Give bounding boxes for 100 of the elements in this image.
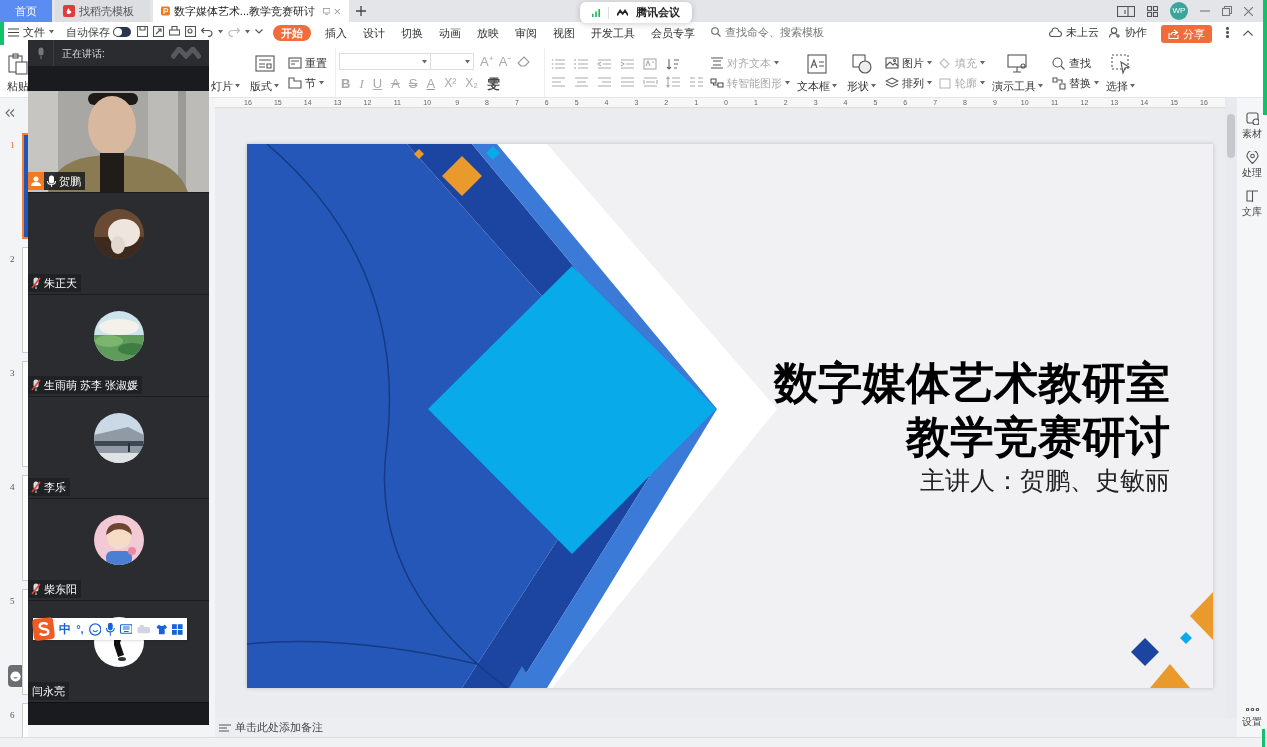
layout-icon <box>253 52 276 75</box>
columns-icon[interactable] <box>689 75 705 88</box>
text-box-icon <box>806 52 829 75</box>
speaking-label: 正在讲话: <box>62 46 105 61</box>
ribbon-tab[interactable]: 会员专享 <box>649 26 697 40</box>
replace-icon <box>1052 76 1067 90</box>
sort-icon[interactable] <box>666 57 682 70</box>
ribbon-tab[interactable]: 放映 <box>475 26 501 40</box>
slide-thumbnail[interactable] <box>22 361 28 467</box>
ribbon-tab[interactable]: 动画 <box>437 26 463 40</box>
slide-number: 3 <box>9 367 16 380</box>
slide[interactable]: 数字媒体艺术教研室 教学竞赛研讨 主讲人：贺鹏、史敏丽 <box>247 144 1213 688</box>
presenter-icon <box>1006 52 1029 75</box>
export-icon[interactable] <box>153 26 164 37</box>
share-border <box>0 22 4 45</box>
new-slide-button[interactable]: 灯片 <box>208 48 243 97</box>
restore-icon[interactable] <box>1222 6 1232 16</box>
select-button[interactable]: 选择 <box>1103 48 1139 97</box>
outline-icon <box>938 76 953 90</box>
bulleted-list-icon[interactable] <box>551 57 567 70</box>
document-tab[interactable]: 找稻壳模板 <box>55 0 150 22</box>
side-tool-button[interactable]: 文库 <box>1242 190 1262 219</box>
layout-button[interactable]: 版式 <box>247 48 282 97</box>
print-icon[interactable] <box>169 26 180 37</box>
slide-thumbnail[interactable] <box>22 475 28 581</box>
meeting-popup[interactable]: 腾讯会议 <box>580 2 692 23</box>
apps-grid-icon[interactable] <box>172 623 183 635</box>
caret-icon <box>774 61 780 65</box>
smiley-icon[interactable] <box>88 622 102 636</box>
text-direction-icon[interactable] <box>643 57 659 70</box>
input-mode-button[interactable]: 中 <box>59 620 72 638</box>
increase-indent-icon[interactable] <box>620 57 636 70</box>
arrange-button[interactable]: 排列 <box>885 73 933 93</box>
side-tool-button[interactable]: 素材 <box>1242 112 1262 141</box>
punctuation-button[interactable]: °, <box>76 623 84 635</box>
ribbon-tab[interactable]: 插入 <box>323 26 349 40</box>
decrease-indent-icon[interactable] <box>597 57 613 70</box>
caret-icon <box>832 83 838 88</box>
side-tool-button[interactable]: 处理 <box>1242 151 1262 180</box>
paste-button[interactable]: 粘贴 <box>4 48 32 97</box>
section-button[interactable]: 节 <box>288 73 327 93</box>
find-button[interactable]: 查找 <box>1052 53 1100 73</box>
save-icon[interactable] <box>137 26 148 37</box>
scrollbar[interactable] <box>1225 98 1237 718</box>
collaborate-button[interactable]: 协作 <box>1109 25 1147 39</box>
caret-icon <box>319 81 324 85</box>
collapse-pane-icon[interactable] <box>5 109 15 117</box>
slide-title: 数字媒体艺术教研室 <box>774 356 1170 410</box>
collapse-icon[interactable] <box>1243 29 1253 36</box>
text-box-button[interactable]: 文本框 <box>794 48 841 97</box>
preview-icon[interactable] <box>185 26 196 37</box>
shapes-icon <box>850 52 873 75</box>
reset-button[interactable]: 重置 <box>288 53 327 73</box>
autosave-toggle[interactable] <box>113 27 131 37</box>
ribbon-tab[interactable]: 开发工具 <box>589 26 637 40</box>
cloud-status-button[interactable]: 未上云 <box>1049 25 1099 39</box>
ribbon-tab[interactable]: 设计 <box>361 26 387 40</box>
settings-button[interactable]: 设置 <box>1242 708 1262 729</box>
shirt-icon[interactable] <box>155 623 168 635</box>
notes-icon <box>219 722 231 733</box>
distribute-icon[interactable] <box>643 75 659 88</box>
caret-icon <box>1038 83 1044 88</box>
ribbon-tab[interactable]: 切换 <box>399 26 425 40</box>
emoji-button[interactable] <box>8 665 22 687</box>
shapes-button[interactable]: 形状 <box>844 48 880 97</box>
file-menu[interactable]: 文件 <box>8 25 54 39</box>
person-icon <box>31 176 41 186</box>
layout-icon[interactable] <box>1117 5 1135 17</box>
caret-icon <box>245 29 250 34</box>
section-icon <box>288 76 302 90</box>
line-spacing-icon[interactable] <box>666 75 682 88</box>
clipboard-icon <box>7 52 29 75</box>
ribbon-tab[interactable]: 审阅 <box>513 26 539 40</box>
document-tab[interactable]: 数字媒体艺术...教学竞赛研讨 <box>153 0 349 22</box>
replace-button[interactable]: 替换 <box>1052 73 1100 93</box>
close-icon[interactable] <box>1244 6 1253 16</box>
keyboard-icon[interactable] <box>119 624 133 634</box>
participant-name: 柴东阳 <box>44 581 77 597</box>
redo-icon[interactable] <box>228 26 240 37</box>
microphone-icon[interactable] <box>106 622 115 636</box>
grid-icon[interactable] <box>1147 5 1158 17</box>
align-left-icon[interactable] <box>551 75 567 88</box>
pin-icon <box>1245 151 1259 164</box>
search-field[interactable]: 查找命令、搜索模板 <box>711 25 835 39</box>
customize-icon[interactable] <box>255 28 263 35</box>
numbered-list-icon[interactable] <box>574 57 590 70</box>
notes-bar[interactable]: 单击此处添加备注 <box>215 718 1237 737</box>
picture-button[interactable]: 图片 <box>885 53 933 73</box>
presenter-tools-button[interactable]: 演示工具 <box>989 48 1047 97</box>
slide-thumbnail[interactable] <box>22 589 28 695</box>
undo-icon[interactable] <box>201 26 213 37</box>
autosave-label: 自动保存 <box>66 25 110 39</box>
align-center-icon[interactable] <box>574 75 590 88</box>
caret-icon <box>1130 83 1136 88</box>
align-right-icon[interactable] <box>597 75 613 88</box>
book-icon <box>1245 190 1259 203</box>
slide-thumbnail[interactable] <box>22 247 28 353</box>
justify-icon[interactable] <box>620 75 636 88</box>
more-icon[interactable] <box>1226 27 1229 38</box>
ribbon-tab[interactable]: 视图 <box>551 26 577 40</box>
